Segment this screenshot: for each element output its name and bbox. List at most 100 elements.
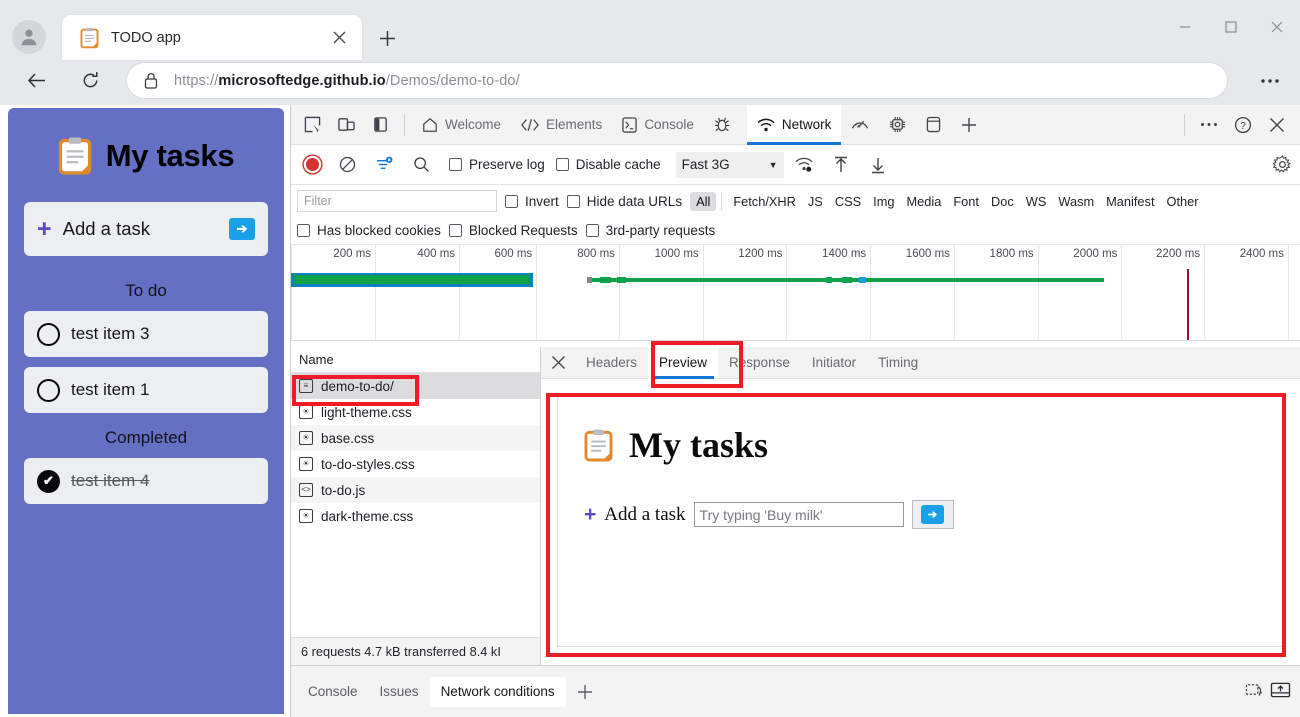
resource-filter-font[interactable]: Font [947,192,985,211]
devtools-more-icon[interactable] [1192,110,1226,140]
table-row[interactable]: ☀ dark-theme.css [291,503,540,529]
record-button[interactable] [297,152,327,178]
tab-performance[interactable] [841,105,879,145]
preview-task-input[interactable]: Try typing 'Buy milk' [693,502,904,527]
network-settings-icon[interactable] [1273,155,1300,174]
has-blocked-cookies-checkbox[interactable]: Has blocked cookies [297,223,441,238]
resource-filter-doc[interactable]: Doc [985,192,1020,211]
resource-filter-img[interactable]: Img [867,192,900,211]
tab-welcome[interactable]: Welcome [412,105,511,145]
tab-elements[interactable]: Elements [511,105,612,145]
detail-tabbar: Headers Preview Response Initiator Timin… [541,346,1300,379]
request-list-header[interactable]: Name [291,347,540,373]
tab-preview[interactable]: Preview [648,346,719,379]
performance-icon [851,117,869,132]
close-icon[interactable] [326,25,352,51]
table-row[interactable]: ≡ demo-to-do/ [291,373,540,399]
throttling-dropdown[interactable]: Fast 3G ▼ [675,151,784,178]
export-har-icon[interactable] [861,150,895,180]
resource-filter-wasm[interactable]: Wasm [1052,192,1100,211]
tab-network[interactable]: Network [746,104,842,145]
blocked-requests-checkbox[interactable]: Blocked Requests [448,223,578,238]
tab-debugger[interactable] [704,105,747,145]
drawer-tab-issues[interactable]: Issues [369,677,430,707]
drawer-tab-console[interactable]: Console [297,677,369,707]
tab-application[interactable] [916,105,951,145]
browser-more-icon[interactable] [1254,66,1286,96]
resource-filter-fetchxhr[interactable]: Fetch/XHR [727,192,802,211]
tab-initiator[interactable]: Initiator [801,347,867,379]
profile-avatar[interactable] [12,20,46,54]
hide-data-urls-checkbox[interactable]: Hide data URLs [566,194,682,209]
dock-side-icon[interactable] [363,110,397,140]
add-task-submit-button[interactable]: ➔ [229,218,255,240]
todo-header: My tasks [24,108,268,202]
add-panel-button[interactable] [951,105,987,145]
preview-title: My tasks [629,425,769,465]
third-party-requests-checkbox[interactable]: 3rd-party requests [585,223,715,238]
task-text: test item 1 [71,380,150,399]
tab-headers[interactable]: Headers [575,347,648,379]
resource-filter-media[interactable]: Media [901,192,948,211]
device-toolbar-icon[interactable] [329,110,363,140]
resource-filter-all[interactable]: All [690,191,717,211]
tab-response[interactable]: Response [718,347,801,379]
table-row[interactable]: ☀ to-do-styles.css [291,451,540,477]
invert-checkbox[interactable]: Invert [505,194,559,209]
waterfall-bar [294,275,530,284]
table-row[interactable]: ☀ base.css [291,425,540,451]
checkbox-checked-icon[interactable]: ✔ [37,469,60,493]
close-devtools-icon[interactable] [1260,110,1294,140]
browser-tab[interactable]: TODO app [62,15,362,60]
preserve-log-checkbox[interactable]: Preserve log [449,157,545,172]
preview-submit-button[interactable]: ➔ [911,500,954,529]
checkbox-circle-icon[interactable] [37,378,60,402]
throttling-value: Fast 3G [681,157,730,172]
new-tab-button[interactable] [372,23,402,53]
request-name: demo-to-do/ [321,378,394,394]
list-item[interactable]: test item 1 [24,367,268,413]
clear-button[interactable] [330,150,364,180]
list-item[interactable]: ✔ test item 4 [24,458,268,504]
network-conditions-icon[interactable] [787,150,821,180]
table-row[interactable]: <> to-do.js [291,477,540,503]
import-har-icon[interactable] [824,150,858,180]
help-icon[interactable]: ? [1226,110,1260,140]
resource-filter-other[interactable]: Other [1161,192,1205,211]
close-window-button[interactable] [1254,0,1300,54]
tab-timing[interactable]: Timing [867,347,929,379]
filter-input[interactable]: Filter [297,190,497,212]
inspect-element-icon[interactable] [295,110,329,140]
back-button[interactable] [18,63,54,99]
resource-filter-css[interactable]: CSS [829,192,867,211]
checkbox-icon [297,224,310,237]
tab-console[interactable]: Console [612,105,704,145]
tick-label: 200 ms [333,248,372,260]
checkbox-icon [585,224,599,237]
disable-cache-checkbox[interactable]: Disable cache [555,157,661,172]
list-item[interactable]: test item 3 [24,311,268,357]
network-timeline-overview[interactable]: 200 ms 400 ms 600 ms 800 ms 1000 ms 1200… [291,245,1300,341]
resource-filter-js[interactable]: JS [802,192,829,211]
resource-filter-ws[interactable]: WS [1020,192,1053,211]
preserve-log-label: Preserve log [469,157,545,172]
bug-icon [714,116,730,133]
search-filter-toggle[interactable] [367,149,401,180]
maximize-button[interactable] [1208,0,1254,54]
checkbox-circle-icon[interactable] [37,322,60,346]
drawer-tab-network-conditions[interactable]: Network conditions [429,676,566,707]
restore-drawer-icon[interactable] [1245,681,1264,702]
table-row[interactable]: ☀ light-theme.css [291,399,540,425]
tab-title: TODO app [111,29,181,46]
search-icon[interactable] [404,150,438,180]
dock-bottom-icon[interactable] [1270,681,1291,702]
reload-button[interactable] [72,63,108,99]
blocked-requests-label: Blocked Requests [468,223,578,238]
url-bar[interactable]: https://microsoftedge.github.io/Demos/de… [126,62,1228,99]
tab-memory[interactable] [879,105,916,145]
minimize-button[interactable] [1162,0,1208,54]
close-detail-icon[interactable] [541,347,575,379]
add-task-row[interactable]: + Add a task ➔ [24,202,268,256]
drawer-add-tab-button[interactable] [566,677,604,707]
resource-filter-manifest[interactable]: Manifest [1100,192,1160,211]
